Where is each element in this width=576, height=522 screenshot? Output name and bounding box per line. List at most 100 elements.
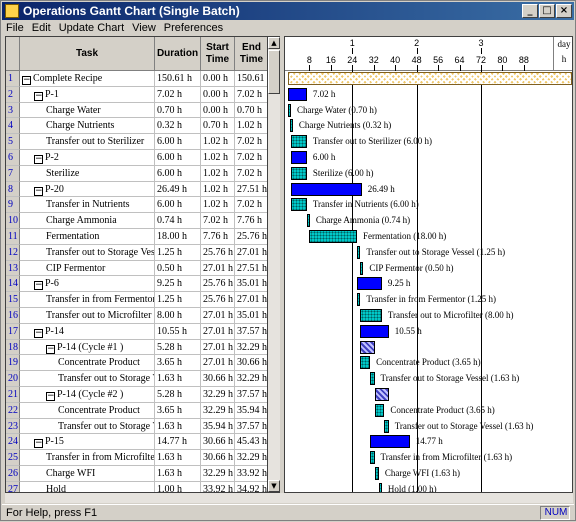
- gantt-bar-recipe[interactable]: [288, 72, 572, 85]
- collapse-toggle-icon[interactable]: −: [34, 328, 43, 338]
- table-row[interactable]: 11 Fermentation 18.00 h 7.76 h 25.76 h: [6, 229, 267, 245]
- table-row[interactable]: 18− P-14 (Cycle #1 ) 5.28 h 27.01 h 32.29 h: [6, 339, 267, 356]
- collapse-toggle-icon[interactable]: −: [34, 281, 43, 291]
- gantt-bar-op[interactable]: [290, 135, 307, 149]
- horizontal-scrollbar[interactable]: [5, 493, 573, 503]
- start-time-cell: 25.76 h: [201, 244, 235, 261]
- menu-update-chart[interactable]: Update Chart: [55, 20, 128, 36]
- task-cell: − P-20: [20, 181, 155, 198]
- end-time-cell: 7.02 h: [235, 134, 267, 150]
- duration-column-header[interactable]: Duration: [155, 37, 201, 71]
- collapse-toggle-icon[interactable]: −: [34, 91, 43, 101]
- menu-preferences[interactable]: Preferences: [160, 20, 227, 36]
- table-row[interactable]: 19 Concentrate Product 3.65 h 27.01 h 30.66 …: [6, 355, 267, 372]
- vertical-scrollbar[interactable]: ▲ ▼: [268, 36, 280, 493]
- minimize-button[interactable]: _: [522, 4, 538, 18]
- gantt-bar-label: Hold (1.00 h): [387, 483, 437, 493]
- table-row[interactable]: 27 Hold 1.00 h 33.92 h 34.92 h: [6, 481, 267, 492]
- table-row[interactable]: 16 Transfer out to Microfilter 8.00 h 27.01…: [6, 308, 267, 324]
- row-number: 3: [6, 102, 20, 119]
- table-row[interactable]: 6− P-2 6.00 h 1.02 h 7.02 h: [6, 150, 267, 166]
- gantt-bar-op[interactable]: [288, 103, 291, 117]
- gantt-bar-op[interactable]: [289, 119, 293, 133]
- table-row[interactable]: 21− P-14 (Cycle #2 ) 5.28 h 32.29 h 37.57 h: [6, 387, 267, 403]
- start-time-cell: 27.01 h: [201, 260, 235, 277]
- row-number: 9: [6, 197, 20, 214]
- gantt-bar-op[interactable]: [360, 356, 371, 370]
- gantt-bar-sum[interactable]: [290, 151, 307, 164]
- collapse-toggle-icon[interactable]: −: [34, 186, 43, 196]
- gantt-bar-op[interactable]: [374, 467, 379, 480]
- window-title: Operations Gantt Chart (Single Batch): [23, 4, 240, 18]
- gantt-bar-op[interactable]: [370, 451, 375, 465]
- gantt-bar-cyc[interactable]: [374, 388, 389, 401]
- scroll-up-arrow-icon[interactable]: ▲: [268, 37, 280, 49]
- end-time-column-header[interactable]: End Time: [235, 37, 267, 71]
- task-column-header[interactable]: Task: [20, 37, 155, 71]
- hour-tick-label: 88: [518, 55, 529, 65]
- close-button[interactable]: ×: [556, 4, 572, 18]
- gantt-bar-sum[interactable]: [360, 324, 389, 338]
- gantt-bar-sum[interactable]: [370, 435, 410, 449]
- gantt-bar-op[interactable]: [374, 403, 385, 417]
- gantt-bar-op[interactable]: [360, 261, 364, 275]
- gantt-bar-op[interactable]: [290, 166, 307, 180]
- table-row[interactable]: 25 Transfer in from Microfilte 1.63 h 30.66…: [6, 450, 267, 466]
- table-row[interactable]: 26 Charge WFI 1.63 h 32.29 h 33.92 h: [6, 466, 267, 482]
- gantt-bar-op[interactable]: [360, 309, 382, 322]
- table-row[interactable]: 15 Transfer in from Fermentor 1.25 h 25.76 …: [6, 292, 267, 308]
- start-time-cell: 30.66 h: [201, 371, 235, 387]
- hour-tick-label: 8: [306, 55, 312, 65]
- task-cell: − Complete Recipe: [20, 71, 155, 87]
- collapse-toggle-icon[interactable]: −: [34, 439, 43, 449]
- end-time-cell: 32.29 h: [235, 340, 267, 356]
- gantt-bar-op[interactable]: [370, 372, 375, 386]
- task-cell: − P-1: [20, 86, 155, 103]
- menu-edit[interactable]: Edit: [28, 20, 55, 36]
- gantt-bar-op[interactable]: [384, 419, 389, 433]
- table-row[interactable]: 10 Charge Ammonia 0.74 h 7.02 h 7.76 h: [6, 213, 267, 229]
- table-row[interactable]: 14− P-6 9.25 h 25.76 h 35.01 h: [6, 276, 267, 293]
- table-row[interactable]: 9 Transfer in Nutrients 6.00 h 1.02 h 7.02 h: [6, 197, 267, 214]
- menu-view[interactable]: View: [128, 20, 160, 36]
- start-time-cell: 32.29 h: [201, 466, 235, 482]
- table-row[interactable]: 20 Transfer out to Storage Ve 1.63 h 30.66 …: [6, 371, 267, 387]
- start-time-cell: 1.02 h: [201, 181, 235, 198]
- gantt-bar-sum[interactable]: [290, 182, 362, 196]
- gantt-bar-op[interactable]: [306, 214, 310, 228]
- collapse-toggle-icon[interactable]: −: [22, 76, 31, 85]
- maximize-button[interactable]: □: [539, 4, 555, 18]
- gantt-bar-sum[interactable]: [288, 87, 307, 101]
- table-row[interactable]: 17− P-14 10.55 h 27.01 h 37.57 h: [6, 323, 267, 340]
- table-row[interactable]: 8− P-20 26.49 h 1.02 h 27.51 h: [6, 181, 267, 198]
- table-row[interactable]: 1−Complete Recipe150.61 h0.00 h150.61 h: [6, 71, 267, 87]
- gantt-bar-op[interactable]: [378, 482, 382, 492]
- table-row[interactable]: 2− P-1 7.02 h 0.00 h 7.02 h: [6, 86, 267, 103]
- menu-file[interactable]: File: [2, 20, 28, 36]
- gantt-bar-op[interactable]: [357, 293, 361, 307]
- table-row[interactable]: 12 Transfer out to Storage Ves 1.25 h 25.76…: [6, 244, 267, 261]
- duration-cell: 18.00 h: [155, 229, 201, 245]
- collapse-toggle-icon[interactable]: −: [46, 392, 55, 401]
- table-row[interactable]: 7 Sterilize 6.00 h 1.02 h 7.02 h: [6, 165, 267, 182]
- gantt-bar-label: 10.55 h: [394, 325, 422, 336]
- table-row[interactable]: 4 Charge Nutrients 0.32 h 0.70 h 1.02 h: [6, 118, 267, 135]
- collapse-toggle-icon[interactable]: −: [34, 155, 43, 164]
- scroll-thumb[interactable]: [268, 50, 280, 94]
- collapse-toggle-icon[interactable]: −: [46, 344, 55, 354]
- duration-cell: 1.63 h: [155, 371, 201, 387]
- gantt-bar-sum[interactable]: [357, 277, 382, 291]
- end-time-cell: 27.01 h: [235, 292, 267, 308]
- gantt-bar-cyc[interactable]: [360, 340, 375, 354]
- gantt-bar-op[interactable]: [290, 198, 307, 212]
- table-row[interactable]: 5 Transfer out to Sterilizer 6.00 h 1.02 h7…: [6, 134, 267, 150]
- table-row[interactable]: 22 Concentrate Product 3.65 h 32.29 h 35.94 …: [6, 402, 267, 419]
- gantt-bar-op[interactable]: [357, 245, 361, 259]
- start-time-column-header[interactable]: Start Time: [201, 37, 235, 71]
- table-row[interactable]: 23 Transfer out to Storage Ve 1.63 h 35.94 …: [6, 418, 267, 435]
- scroll-down-arrow-icon[interactable]: ▼: [268, 480, 280, 492]
- gantt-bar-op[interactable]: [308, 230, 358, 243]
- table-row[interactable]: 3 Charge Water 0.70 h 0.00 h 0.70 h: [6, 102, 267, 119]
- table-row[interactable]: 13 CIP Fermentor 0.50 h 27.01 h 27.51 h: [6, 260, 267, 277]
- table-row[interactable]: 24− P-15 14.77 h 30.66 h 45.43 h: [6, 434, 267, 451]
